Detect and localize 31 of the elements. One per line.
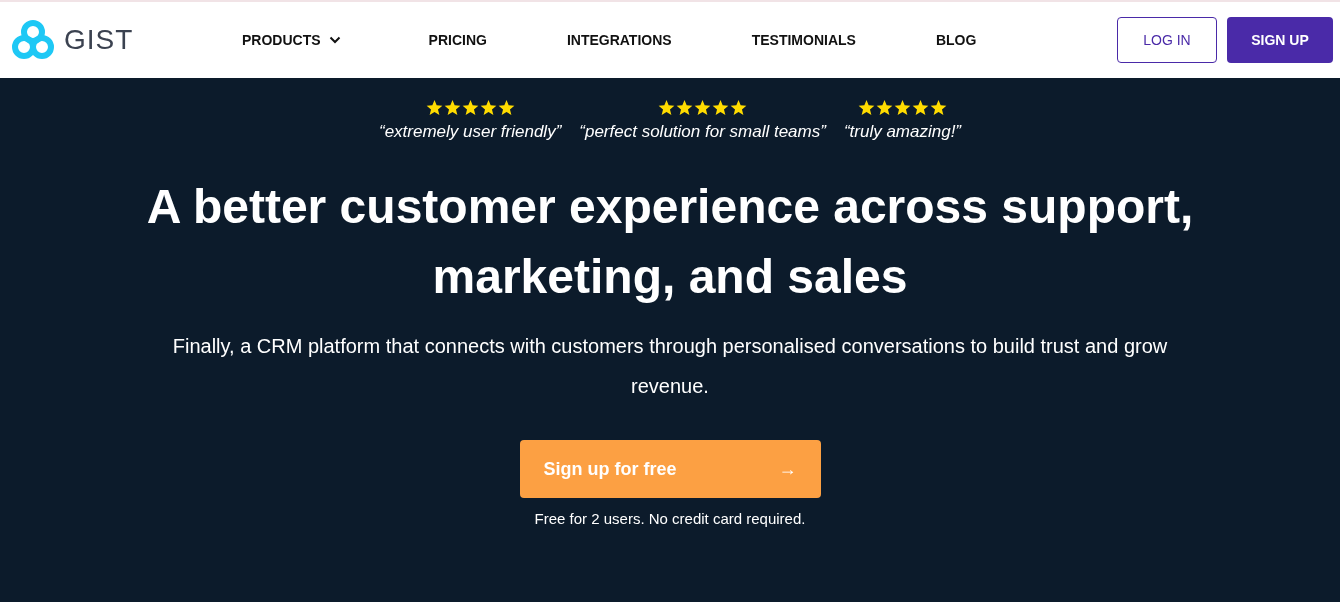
star-icon (893, 100, 911, 116)
log-in-button[interactable]: LOG IN (1117, 17, 1217, 63)
star-icon (875, 100, 893, 116)
star-icon (443, 100, 461, 116)
star-icon (694, 100, 712, 116)
star-icon (911, 100, 929, 116)
logo-text[interactable]: GIST (64, 24, 134, 56)
star-icon (929, 100, 947, 116)
logo-icon (12, 20, 54, 60)
review-quote: “perfect solution for small teams” (579, 122, 826, 142)
headline: A better customer experience across support, marketing, and sales (145, 179, 1195, 305)
star-icon (658, 100, 676, 116)
review-quote: “extremely user friendly” (378, 122, 562, 142)
star-icon (676, 100, 694, 116)
star-icon (461, 100, 479, 116)
nav-link[interactable]: PRODUCTS (242, 32, 341, 48)
star-icon (479, 100, 497, 116)
nav-link[interactable]: BLOG (935, 32, 977, 48)
sign-up-button[interactable]: SIGN UP (1227, 17, 1333, 63)
cta-note: Free for 2 users. No credit card required. (534, 510, 806, 527)
star-icon (497, 100, 515, 116)
star-icon (857, 100, 875, 116)
nav-link[interactable]: TESTIMONIALS (751, 32, 856, 48)
nav-link[interactable]: PRICING (428, 32, 487, 48)
subtitle: Finally, a CRM platform that connects with customers through personalised conversations to build trust and grow revenue. (171, 334, 1169, 399)
chevron-down-icon (328, 36, 341, 44)
star-icon (425, 100, 443, 116)
review-quote: “truly amazing!” (843, 122, 962, 142)
star-icon (730, 100, 748, 116)
nav-link[interactable]: INTEGRATIONS (566, 32, 672, 48)
star-icon (712, 100, 730, 116)
